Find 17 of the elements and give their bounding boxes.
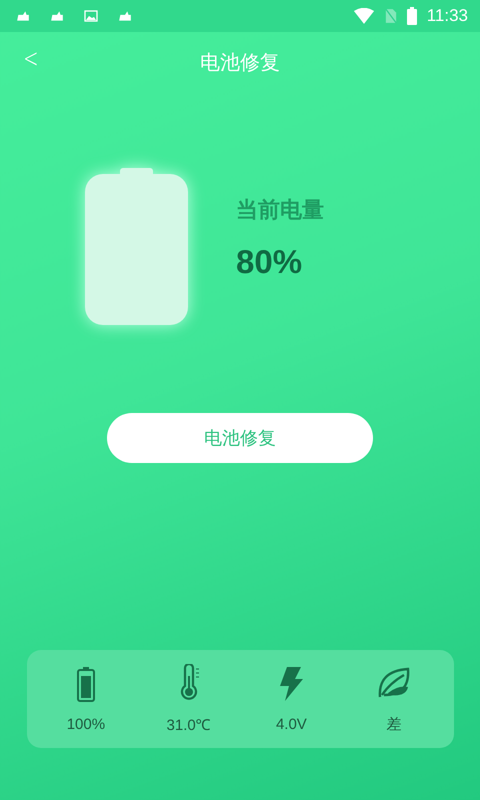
stat-value: 100%	[66, 716, 106, 732]
charge-value: 80%	[236, 243, 304, 281]
wifi-icon	[352, 8, 375, 24]
no-sim-icon	[384, 8, 397, 24]
notification-icon	[50, 10, 64, 22]
stat-value: 差	[386, 714, 402, 734]
notification-icon	[118, 10, 132, 22]
stat-value: 31.0℃	[166, 716, 211, 734]
status-time: 11:33	[426, 6, 468, 26]
stat-value: 4.0V	[276, 716, 307, 732]
notification-icon	[16, 10, 30, 22]
back-button[interactable]: <	[18, 44, 44, 74]
image-icon	[84, 10, 98, 22]
repair-button[interactable]: 电池修复	[107, 413, 373, 463]
battery-status-icon	[406, 7, 417, 25]
charge-label: 当前电量	[236, 197, 324, 225]
page-title: 电池修复	[200, 48, 280, 76]
